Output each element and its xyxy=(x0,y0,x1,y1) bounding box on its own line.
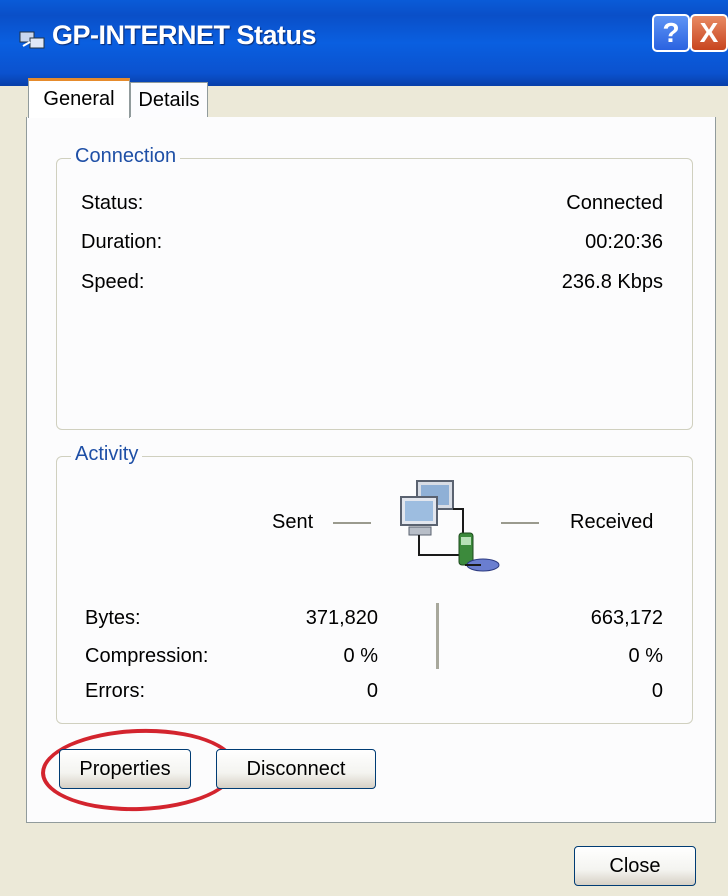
compression-sent-value: 0 % xyxy=(343,645,378,667)
close-button[interactable]: Close xyxy=(574,846,696,886)
close-icon: X xyxy=(699,17,719,48)
speed-value: 236.8 Kbps xyxy=(561,271,663,293)
errors-received-value: 0 xyxy=(651,680,663,702)
duration-label: Duration: xyxy=(81,231,163,253)
tab-general-label: General xyxy=(43,88,115,110)
tab-general[interactable]: General xyxy=(28,78,130,118)
bytes-sent-value: 371,820 xyxy=(305,607,378,629)
speed-label: Speed: xyxy=(81,271,145,293)
bytes-label: Bytes: xyxy=(85,607,141,629)
compression-received-value: 0 % xyxy=(628,645,663,667)
received-connector-line xyxy=(501,522,539,524)
errors-sent-value: 0 xyxy=(366,680,378,702)
duration-value: 00:20:36 xyxy=(585,231,663,253)
general-tab-panel: Connection Status: Connected Duration: 0… xyxy=(26,117,716,823)
help-button[interactable]: ? xyxy=(652,14,690,52)
activity-divider xyxy=(436,603,439,669)
received-label: Received xyxy=(570,511,654,533)
window-title: GP-INTERNET Status xyxy=(52,20,317,50)
connection-group-label: Connection xyxy=(71,145,181,168)
help-icon: ? xyxy=(662,17,680,48)
errors-label: Errors: xyxy=(85,680,145,702)
network-computers-icon xyxy=(400,480,500,572)
network-connection-icon xyxy=(19,31,45,49)
window-close-button[interactable]: X xyxy=(690,14,728,52)
activity-group-label: Activity xyxy=(71,443,143,466)
sent-connector-line xyxy=(333,522,371,524)
compression-label: Compression: xyxy=(85,645,209,667)
status-value: Connected xyxy=(566,192,663,214)
title-bar: GP-INTERNET Status ? X xyxy=(0,0,728,86)
tab-details[interactable]: Details xyxy=(130,82,208,118)
status-label: Status: xyxy=(81,192,144,214)
properties-button[interactable]: Properties xyxy=(59,749,191,789)
tab-details-label: Details xyxy=(138,89,200,111)
sent-label: Sent xyxy=(272,511,314,533)
disconnect-button[interactable]: Disconnect xyxy=(216,749,376,789)
bytes-received-value: 663,172 xyxy=(590,607,663,629)
